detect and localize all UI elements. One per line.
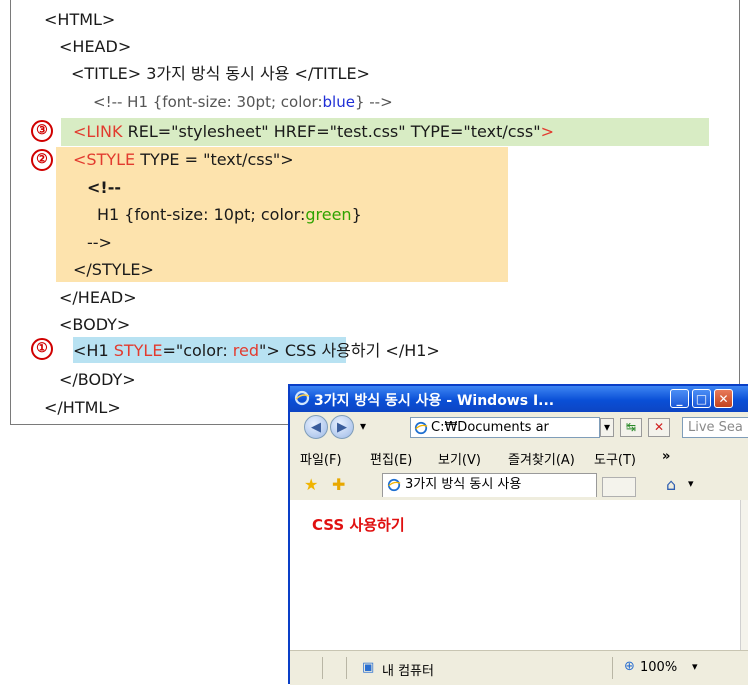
menu-tools[interactable]: 도구(T): [594, 449, 636, 468]
code-line-body-open: <BODY>: [59, 315, 131, 334]
address-text: C:₩Documents ar: [431, 420, 549, 435]
status-divider: [612, 657, 613, 679]
add-favorites-icon[interactable]: ✚: [332, 475, 345, 494]
menu-favorites[interactable]: 즐겨찾기(A): [508, 449, 575, 468]
home-icon[interactable]: ⌂: [666, 475, 676, 494]
menu-edit[interactable]: 편집(E): [370, 449, 412, 468]
menu-bar: 파일(F) 편집(E) 보기(V) 즐겨찾기(A) 도구(T) »: [290, 444, 748, 471]
status-zone: 내 컴퓨터: [382, 664, 434, 679]
code-line-html-open: <HTML>: [44, 10, 116, 29]
code-line-style-open: <STYLE TYPE = "text/css">: [73, 150, 294, 169]
code-line-h1-rule: H1 {font-size: 10pt; color:green}: [97, 205, 362, 224]
window-title: 3가지 방식 동시 사용 - Windows I...: [314, 393, 555, 409]
tab-bar: ★ ✚ 3가지 방식 동시 사용 ⌂ ▾: [290, 470, 748, 501]
tab-page-icon: [387, 478, 401, 492]
page-heading: CSS 사용하기: [312, 516, 405, 534]
code-line-link: <LINK REL="stylesheet" HREF="test.css" T…: [73, 122, 554, 141]
address-field[interactable]: C:₩Documents ar: [410, 417, 600, 438]
code-line-comment-open: <!--: [87, 178, 121, 197]
code-line-title: <TITLE> 3가지 방식 동시 사용 </TITLE>: [71, 64, 370, 83]
marker-3: ③: [31, 120, 53, 142]
title-bar[interactable]: 3가지 방식 동시 사용 - Windows I... _ □ ✕: [290, 386, 748, 412]
minimize-button[interactable]: _: [670, 389, 689, 408]
marker-2: ②: [31, 149, 53, 171]
code-line-h1: <H1 STYLE="color: red"> CSS 사용하기 </H1>: [73, 341, 440, 360]
home-dropdown-icon[interactable]: ▾: [688, 477, 694, 490]
page-content: CSS 사용하기: [290, 500, 740, 650]
code-line-comment: <!-- H1 {font-size: 30pt; color:blue} --…: [93, 93, 393, 111]
back-button[interactable]: ◀: [304, 415, 328, 439]
address-dropdown-button[interactable]: ▾: [600, 418, 614, 437]
menu-file[interactable]: 파일(F): [300, 449, 342, 468]
status-bar: ▣ 내 컴퓨터 ⊕ 100% ▾: [290, 650, 748, 685]
vertical-scrollbar[interactable]: [740, 500, 748, 650]
favorites-star-icon[interactable]: ★: [304, 475, 318, 494]
computer-icon: ▣: [362, 660, 375, 675]
zoom-level[interactable]: 100%: [640, 660, 677, 675]
code-line-head-open: <HEAD>: [59, 37, 132, 56]
code-line-head-close: </HEAD>: [59, 288, 137, 307]
menu-overflow[interactable]: »: [662, 449, 670, 464]
zoom-dropdown-icon[interactable]: ▾: [692, 660, 698, 673]
tab-active[interactable]: 3가지 방식 동시 사용: [382, 473, 597, 497]
status-divider: [346, 657, 347, 679]
page-icon: [414, 421, 428, 435]
zoom-icon: ⊕: [624, 659, 635, 674]
browser-window: 3가지 방식 동시 사용 - Windows I... _ □ ✕ ◀ ▶ ▾ …: [288, 384, 748, 685]
refresh-button[interactable]: ↹: [620, 418, 642, 437]
code-line-style-close: </STYLE>: [73, 260, 154, 279]
code-panel: <HTML> <HEAD> <TITLE> 3가지 방식 동시 사용 </TIT…: [10, 0, 740, 425]
maximize-button[interactable]: □: [692, 389, 711, 408]
stop-button[interactable]: ✕: [648, 418, 670, 437]
code-line-body-close: </BODY>: [59, 370, 136, 389]
menu-view[interactable]: 보기(V): [438, 449, 481, 468]
ie-icon: [294, 390, 310, 406]
new-tab-button[interactable]: [602, 477, 636, 497]
address-toolbar: ◀ ▶ ▾ C:₩Documents ar ▾ ↹ ✕ Live Sea: [290, 412, 748, 445]
history-dropdown[interactable]: ▾: [356, 418, 370, 437]
status-divider: [322, 657, 323, 679]
tab-label: 3가지 방식 동시 사용: [405, 477, 522, 492]
code-line-comment-close: -->: [87, 233, 112, 252]
forward-button[interactable]: ▶: [330, 415, 354, 439]
search-input[interactable]: Live Sea: [682, 417, 748, 438]
marker-1: ①: [31, 338, 53, 360]
code-line-html-close: </HTML>: [44, 398, 121, 417]
close-button[interactable]: ✕: [714, 389, 733, 408]
